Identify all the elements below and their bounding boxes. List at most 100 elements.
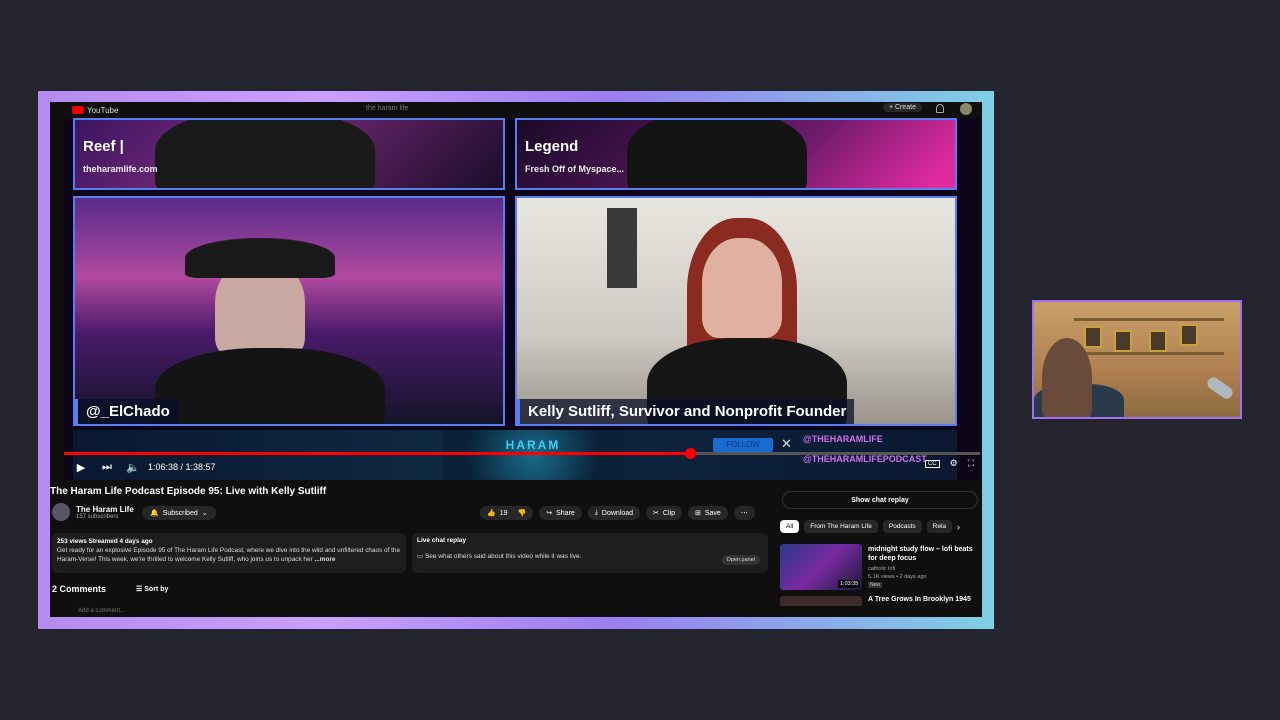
recommended-title[interactable]: midnight study flow – lofi beats for dee… <box>868 545 976 563</box>
video-title: The Haram Life Podcast Episode 95: Live … <box>50 486 327 497</box>
shelf <box>1074 318 1224 321</box>
clip-icon: ✂ <box>653 510 659 517</box>
wall-picture <box>1180 324 1198 346</box>
chip-podcasts[interactable]: Podcasts <box>882 520 922 533</box>
create-label: Create <box>894 104 916 111</box>
follow-banner: FOLLOW <box>713 438 773 452</box>
comments-header: 2 Comments ☰ Sort by <box>52 584 168 594</box>
chat-icon: ▭ <box>417 553 424 560</box>
youtube-screen: YouTube the haram life + Create Reef | t… <box>50 102 982 617</box>
subscribed-button[interactable]: 🔔 Subscribed ⌄ <box>142 506 216 520</box>
recommended-views: 5.1K views • 2 days ago <box>868 574 927 580</box>
youtube-header: YouTube the haram life + Create <box>50 102 982 118</box>
video-tile-elchado: @_ElChado <box>73 196 505 426</box>
channel-info: The Haram Life 157 subscribers <box>52 503 134 521</box>
chip-all[interactable]: All <box>780 520 800 533</box>
new-badge: New <box>868 582 883 588</box>
search-input[interactable]: the haram life <box>360 103 660 115</box>
chevron-right-icon[interactable]: › <box>957 522 960 532</box>
live-chat-title: Live chat replay <box>417 537 467 544</box>
streamer-webcam <box>1032 300 1242 419</box>
subscriber-count: 157 subscribers <box>76 513 119 520</box>
description-text: Get ready for an explosive Episode 95 of… <box>57 547 401 563</box>
bell-icon[interactable] <box>936 104 944 113</box>
save-button[interactable]: ⊞ Save <box>687 506 728 520</box>
youtube-logo-icon <box>72 106 84 114</box>
handle-text: @THEHARAMLIFE <box>803 434 883 444</box>
more-icon[interactable]: ⋯ <box>733 506 755 520</box>
video-thumbnail[interactable] <box>780 596 862 606</box>
bell-icon: 🔔 <box>150 510 159 517</box>
microphone <box>1205 375 1235 401</box>
recommended-video[interactable]: 1:03:35 midnight study flow – lofi beats… <box>780 544 976 592</box>
share-button[interactable]: ↪ Share <box>539 506 582 520</box>
dislike-icon[interactable]: 👎 <box>518 509 527 517</box>
video-tile-reef: Reef | theharamlife.com <box>73 118 505 190</box>
share-label: Share <box>556 509 575 517</box>
comments-count: 2 Comments <box>52 584 107 594</box>
channel-name[interactable]: The Haram Life <box>76 505 134 514</box>
tile-subtitle: Fresh Off of Myspace... <box>525 164 625 174</box>
player-controls: ▶ ⏭ 🔈 1:06:38 / 1:38:57 CC ⚙ ⛶ <box>64 458 980 476</box>
open-panel-button[interactable]: Open panel <box>721 555 760 565</box>
shelf <box>1074 352 1224 355</box>
video-duration: 1:03:35 <box>838 580 861 588</box>
download-label: Download <box>601 509 634 517</box>
recommended-title[interactable]: A Tree Grows In Brooklyn 1945 <box>868 596 971 603</box>
video-player[interactable]: Reef | theharamlife.com Legend Fresh Off… <box>64 118 980 480</box>
name-tag: @_ElChado <box>75 399 178 424</box>
chip-related[interactable]: Rela <box>926 520 953 533</box>
person-face <box>702 238 782 338</box>
sort-label: Sort by <box>144 586 169 593</box>
tile-subtitle: theharamlife.com <box>83 164 158 174</box>
chip-from-channel[interactable]: From The Haram Life <box>804 520 878 533</box>
tile-title: Legend <box>525 138 579 155</box>
download-button[interactable]: ⤓ Download <box>587 506 641 520</box>
description-meta: 253 views Streamed 4 days ago <box>57 538 153 545</box>
like-button[interactable]: 👍 19 👎 <box>480 506 534 520</box>
recommended-channel: catholic lofi <box>868 566 896 572</box>
like-count: 19 <box>499 509 508 517</box>
description-box[interactable]: 253 views Streamed 4 days ago Get ready … <box>52 533 406 573</box>
time-display: 1:06:38 / 1:38:57 <box>148 462 216 472</box>
youtube-logo[interactable]: YouTube <box>72 106 118 115</box>
more-link[interactable]: ...more <box>314 556 335 563</box>
next-icon[interactable]: ⏭ <box>98 458 116 476</box>
wall-picture <box>1114 330 1132 352</box>
subscribed-label: Subscribed <box>162 509 198 517</box>
video-tile-legend: Legend Fresh Off of Myspace... <box>515 118 957 190</box>
exit-fullscreen-icon[interactable]: ⛶ <box>968 458 974 469</box>
download-icon: ⤓ <box>594 509 598 516</box>
chip-bar: All From The Haram Life Podcasts Rela › <box>780 520 960 533</box>
avatar[interactable] <box>960 103 972 115</box>
settings-icon[interactable]: ⚙ <box>950 458 958 469</box>
person-head <box>1042 338 1092 417</box>
action-bar: 👍 19 👎 ↪ Share ⤓ Download ✂ Clip ⊞ Save … <box>480 506 755 520</box>
progress-bar[interactable] <box>64 448 980 459</box>
captions-icon[interactable]: CC <box>924 459 940 468</box>
person-silhouette <box>627 120 807 188</box>
controls-right: CC ⚙ ⛶ <box>924 458 980 469</box>
wall-picture <box>1084 326 1102 348</box>
cap <box>185 238 335 278</box>
save-icon: ⊞ <box>694 510 701 517</box>
volume-icon[interactable]: 🔈 <box>124 458 142 476</box>
tile-title: Reef | <box>83 138 124 155</box>
person-silhouette <box>155 120 375 188</box>
channel-avatar[interactable] <box>52 503 70 521</box>
chevron-down-icon: ⌄ <box>201 510 208 517</box>
live-chat-replay-box: Live chat replay ▭ See what others said … <box>412 533 768 573</box>
save-label: Save <box>704 509 721 517</box>
show-chat-replay-button[interactable]: Show chat replay <box>782 491 978 509</box>
progress-fill <box>64 452 690 455</box>
person-body <box>155 348 385 424</box>
add-comment-input[interactable]: Add a comment... <box>78 608 125 614</box>
sort-by-button[interactable]: ☰ Sort by <box>136 585 168 593</box>
share-icon: ↪ <box>546 510 553 517</box>
play-icon[interactable]: ▶ <box>72 458 90 476</box>
wall-picture <box>1149 330 1167 352</box>
create-button[interactable]: + Create <box>882 103 922 112</box>
stream-overlay-frame: YouTube the haram life + Create Reef | t… <box>38 91 994 629</box>
live-chat-text: See what others said about this video wh… <box>424 553 582 560</box>
clip-button[interactable]: ✂ Clip <box>646 506 682 520</box>
